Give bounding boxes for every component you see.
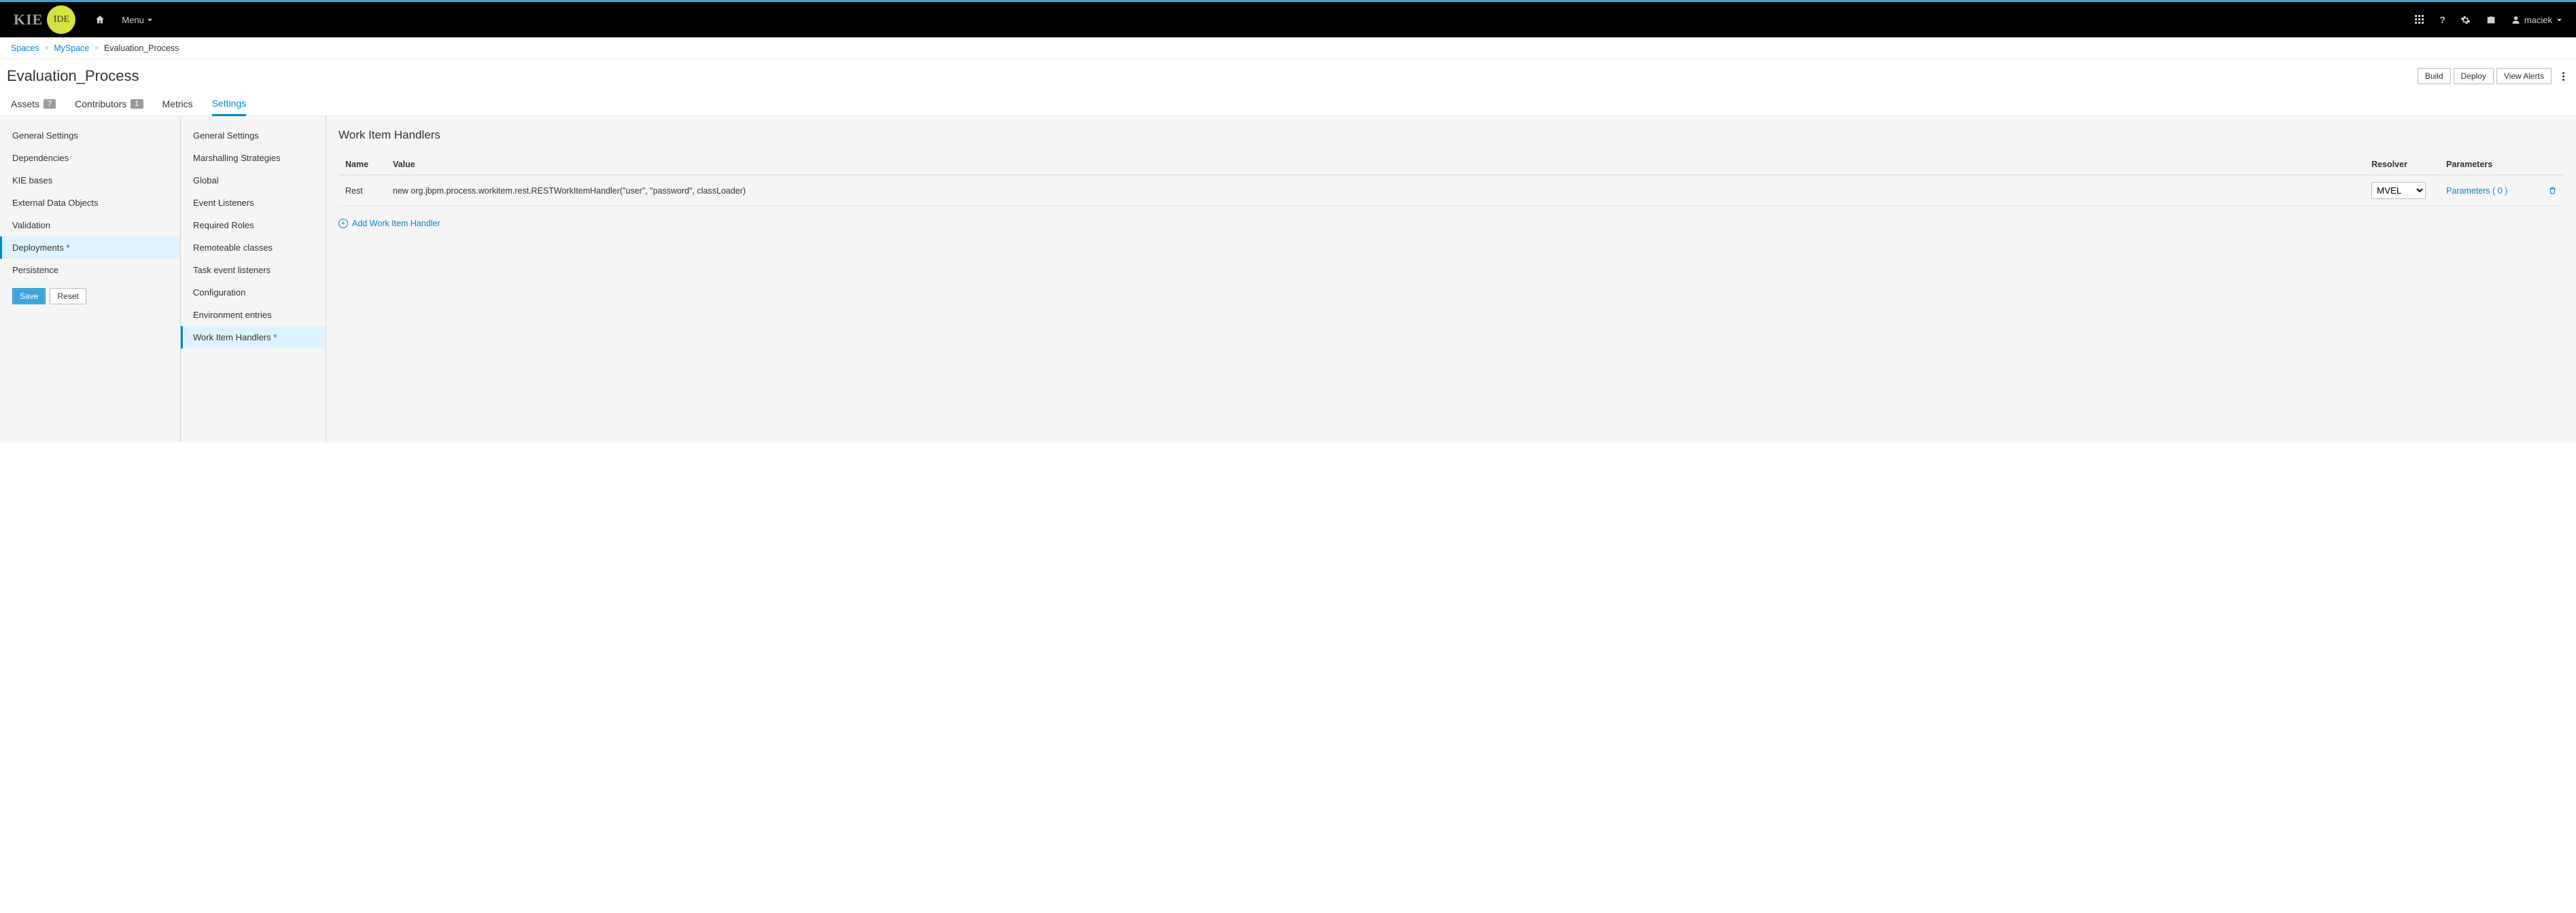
breadcrumb-separator: » xyxy=(45,44,49,52)
project-header: Evaluation_Process Build Deploy View Ale… xyxy=(0,59,2576,92)
sidebar-item-kie-bases[interactable]: KIE bases xyxy=(0,169,180,192)
project-actions: Build Deploy View Alerts xyxy=(2418,68,2569,84)
col-header-resolver: Resolver xyxy=(2365,154,2439,175)
brand-ide-badge: IDE xyxy=(47,5,75,34)
tab-label: Contributors xyxy=(75,99,126,109)
main-panel: Work Item Handlers Name Value Resolver P… xyxy=(326,116,2576,442)
plus-circle-icon: + xyxy=(338,219,348,228)
sub-item-general[interactable]: General Settings xyxy=(181,124,326,147)
user-icon xyxy=(2511,16,2520,24)
help-icon[interactable]: ? xyxy=(2439,14,2446,25)
breadcrumb-separator: » xyxy=(94,44,99,52)
page-title: Evaluation_Process xyxy=(7,67,139,85)
trash-icon xyxy=(2548,186,2557,195)
breadcrumb: Spaces » MySpace » Evaluation_Process xyxy=(0,37,2576,59)
menu-dropdown[interactable]: Menu xyxy=(122,15,153,25)
breadcrumb-current: Evaluation_Process xyxy=(104,43,179,53)
sub-item-global[interactable]: Global xyxy=(181,169,326,192)
sidebar-item-deployments[interactable]: Deployments xyxy=(0,236,180,259)
sub-item-required-roles[interactable]: Required Roles xyxy=(181,214,326,236)
gear-icon[interactable] xyxy=(2460,15,2471,25)
work-item-handlers-table: Name Value Resolver Parameters Rest new … xyxy=(338,154,2564,207)
sub-item-task-event-listeners[interactable]: Task event listeners xyxy=(181,259,326,281)
col-header-value: Value xyxy=(386,154,2365,175)
brand-logo: KIE IDE xyxy=(14,5,75,34)
tab-label: Metrics xyxy=(162,99,193,109)
tab-label: Settings xyxy=(212,98,247,109)
tab-metrics[interactable]: Metrics xyxy=(162,92,193,115)
tab-label: Assets xyxy=(11,99,39,109)
resolver-select[interactable]: MVEL xyxy=(2371,182,2426,199)
tabs: Assets 7 Contributors 1 Metrics Settings xyxy=(0,92,2576,116)
save-button[interactable]: Save xyxy=(12,288,46,304)
cell-name[interactable]: Rest xyxy=(338,175,386,207)
breadcrumb-myspace[interactable]: MySpace xyxy=(54,43,89,53)
view-alerts-button[interactable]: View Alerts xyxy=(2496,68,2552,84)
add-label: Add Work Item Handler xyxy=(352,219,440,228)
panel-title: Work Item Handlers xyxy=(338,128,2564,142)
user-name: maciek xyxy=(2524,15,2552,25)
home-icon[interactable] xyxy=(94,14,105,25)
sub-item-environment[interactable]: Environment entries xyxy=(181,304,326,326)
deployments-sidebar: General Settings Marshalling Strategies … xyxy=(181,116,326,442)
user-menu[interactable]: maciek xyxy=(2511,15,2562,25)
sub-item-remoteable[interactable]: Remoteable classes xyxy=(181,236,326,259)
settings-body: General Settings Dependencies KIE bases … xyxy=(0,116,2576,442)
sub-item-work-item-handlers[interactable]: Work Item Handlers xyxy=(181,326,326,348)
delete-row-button[interactable] xyxy=(2541,175,2564,207)
table-row: Rest new org.jbpm.process.workitem.rest.… xyxy=(338,175,2564,207)
topbar: KIE IDE Menu ? maciek xyxy=(0,0,2576,37)
reset-button[interactable]: Reset xyxy=(50,288,86,304)
parameters-link[interactable]: Parameters ( 0 ) xyxy=(2446,186,2507,196)
sidebar-item-validation[interactable]: Validation xyxy=(0,214,180,236)
menu-label: Menu xyxy=(122,15,144,25)
build-button[interactable]: Build xyxy=(2418,68,2451,84)
tab-assets[interactable]: Assets 7 xyxy=(11,92,56,115)
sub-item-configuration[interactable]: Configuration xyxy=(181,281,326,304)
brand-kie-text: KIE xyxy=(14,11,43,29)
assets-count-badge: 7 xyxy=(43,99,56,109)
breadcrumb-spaces[interactable]: Spaces xyxy=(11,43,39,53)
col-header-parameters: Parameters xyxy=(2439,154,2541,175)
add-work-item-handler[interactable]: + Add Work Item Handler xyxy=(338,219,2564,228)
sidebar-item-persistence[interactable]: Persistence xyxy=(0,259,180,281)
tab-settings[interactable]: Settings xyxy=(212,92,247,116)
apps-icon[interactable] xyxy=(2415,15,2424,24)
sidebar-item-dependencies[interactable]: Dependencies xyxy=(0,147,180,169)
sidebar-item-external-data[interactable]: External Data Objects xyxy=(0,192,180,214)
cell-value[interactable]: new org.jbpm.process.workitem.rest.RESTW… xyxy=(386,175,2365,207)
chevron-down-icon xyxy=(147,17,153,23)
chevron-down-icon xyxy=(2556,17,2562,23)
settings-sidebar: General Settings Dependencies KIE bases … xyxy=(0,116,181,442)
kebab-menu[interactable] xyxy=(2557,72,2569,81)
col-header-name: Name xyxy=(338,154,386,175)
sidebar-item-general[interactable]: General Settings xyxy=(0,124,180,147)
deploy-button[interactable]: Deploy xyxy=(2454,68,2494,84)
topbar-right: ? maciek xyxy=(2415,14,2562,25)
sub-item-marshalling[interactable]: Marshalling Strategies xyxy=(181,147,326,169)
sub-item-event-listeners[interactable]: Event Listeners xyxy=(181,192,326,214)
briefcase-icon[interactable] xyxy=(2486,14,2496,25)
tab-contributors[interactable]: Contributors 1 xyxy=(75,92,143,115)
contributors-count-badge: 1 xyxy=(130,99,143,109)
